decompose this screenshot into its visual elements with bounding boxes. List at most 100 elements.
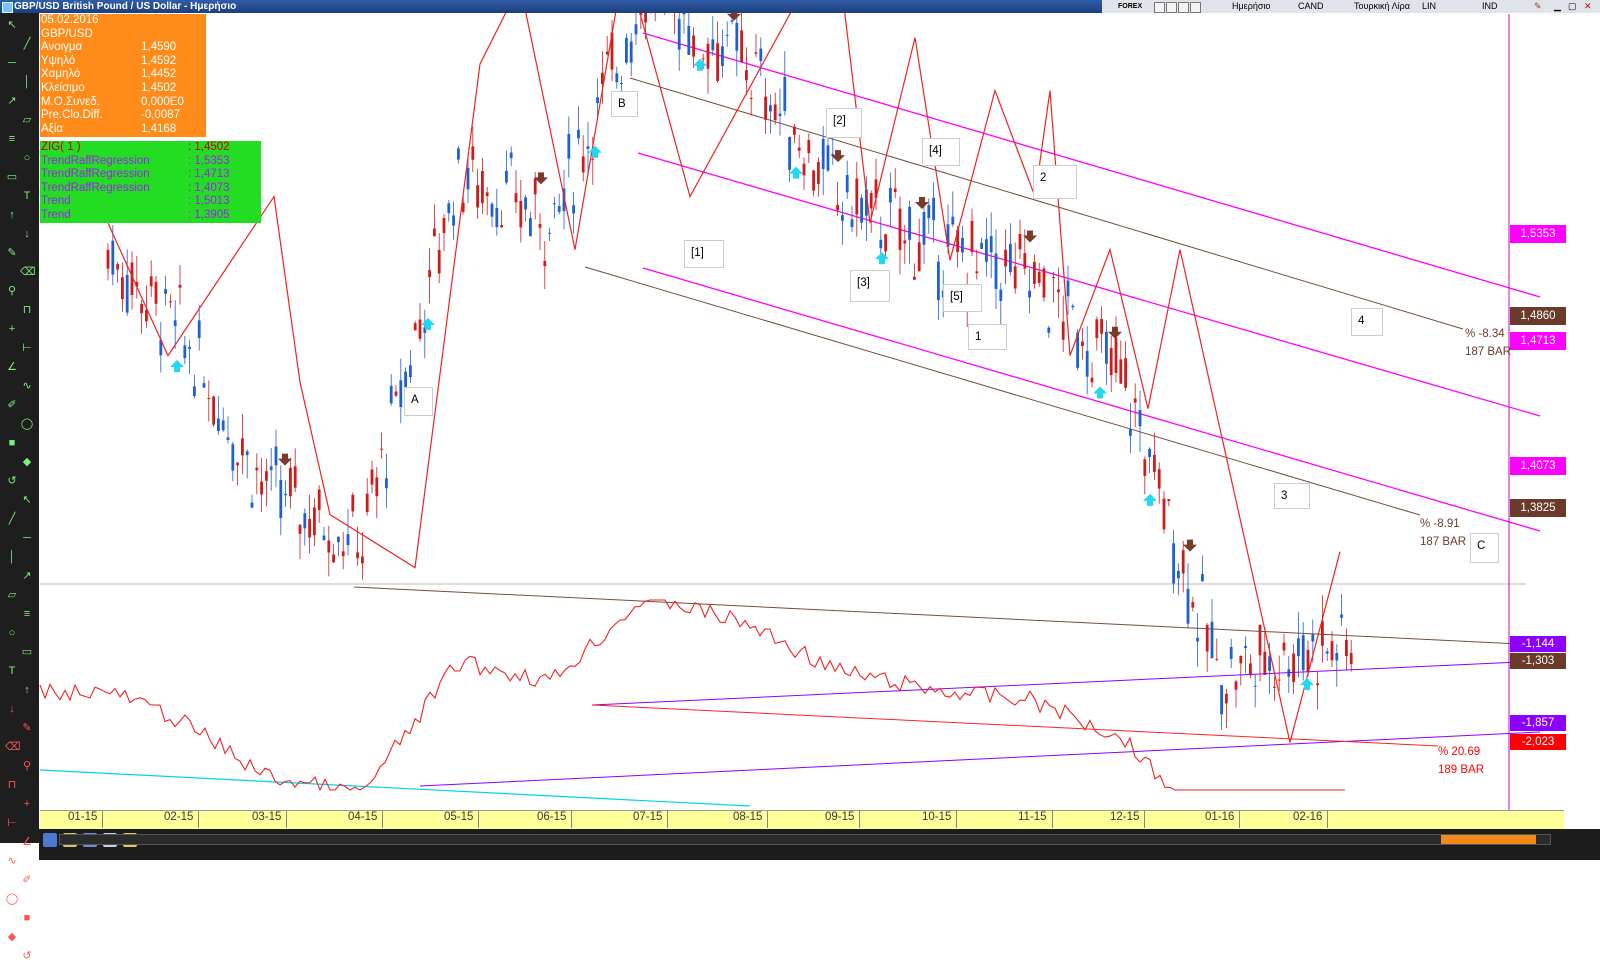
candle-body <box>231 444 235 471</box>
chart-style-selector[interactable]: CAND <box>1298 0 1324 13</box>
refresh-icon[interactable] <box>1190 2 1201 13</box>
circle-icon[interactable]: ○ <box>5 627 19 640</box>
ellipse-icon[interactable]: ◯ <box>20 418 34 431</box>
rect-icon[interactable]: ▭ <box>20 646 34 659</box>
cross-icon[interactable]: + <box>20 798 34 811</box>
text-icon[interactable]: T <box>20 190 34 203</box>
pin-icon[interactable]: ✎ <box>1534 0 1542 13</box>
arrow-up-icon[interactable]: ↑ <box>5 209 19 222</box>
wave-label[interactable]: [5] <box>943 284 982 312</box>
brush-icon[interactable]: ✐ <box>5 399 19 412</box>
line-icon[interactable]: ╱ <box>5 513 19 526</box>
arrow-up-icon[interactable]: ↑ <box>20 684 34 697</box>
measure-icon[interactable]: ⊢ <box>20 342 34 355</box>
candle-body <box>394 391 398 396</box>
wave-label[interactable]: [3] <box>850 270 890 302</box>
arrow-down-icon[interactable]: ↓ <box>20 228 34 241</box>
eraser-icon[interactable]: ⌫ <box>20 266 36 279</box>
gann-icon[interactable]: ∠ <box>5 361 19 374</box>
circle-icon[interactable]: ○ <box>20 152 34 165</box>
hline-icon[interactable]: ─ <box>5 57 19 70</box>
folder-icon[interactable] <box>43 833 57 847</box>
candle-body <box>591 158 595 160</box>
magnet-icon[interactable]: ⊓ <box>5 779 19 792</box>
percent-annotation[interactable]: % -8.91 187 BAR <box>1420 518 1466 548</box>
pointer-icon[interactable]: ↖ <box>5 19 19 32</box>
scale-selector[interactable]: LIN <box>1422 0 1436 13</box>
indicator-row[interactable]: TrendRaffRegression: 1,4713 <box>40 168 261 182</box>
text-icon[interactable]: T <box>5 665 19 678</box>
settings-icon[interactable] <box>1178 2 1189 13</box>
line-icon[interactable]: ╱ <box>20 38 34 51</box>
pointer-icon[interactable]: ↖ <box>20 494 34 507</box>
indicator-row[interactable]: Trend: 1,3905 <box>40 209 261 223</box>
wave-label[interactable]: [1] <box>684 240 724 268</box>
currency-selector[interactable]: Τουρκική Λίρα <box>1354 0 1410 13</box>
gann-icon[interactable]: ∠ <box>20 836 34 849</box>
wave-label[interactable]: [2] <box>826 108 862 138</box>
square-icon[interactable]: ■ <box>20 912 34 925</box>
measure-icon[interactable]: ⊢ <box>5 817 19 830</box>
indicator-row[interactable]: TrendRaffRegression: 1,5353 <box>40 155 261 169</box>
wave-label[interactable]: 1 <box>968 324 1007 350</box>
channel-icon[interactable]: ▱ <box>5 589 19 602</box>
percent-annotation[interactable]: % 20.69 189 BAR <box>1438 746 1484 776</box>
indicator-row[interactable]: Trend: 1,5013 <box>40 195 261 209</box>
horizontal-scrollbar[interactable] <box>59 834 1551 845</box>
oscillator-panel[interactable] <box>40 586 1509 809</box>
scroll-thumb[interactable] <box>1441 835 1536 844</box>
zoom-icon[interactable]: ⚲ <box>5 285 19 298</box>
wave-icon[interactable]: ∿ <box>20 380 34 393</box>
x-tick-label: 06-15 <box>537 811 567 823</box>
arrow-down-icon[interactable]: ↓ <box>5 703 19 716</box>
wave-label[interactable]: 3 <box>1274 483 1310 509</box>
candle-body <box>1340 614 1343 618</box>
ellipse-icon[interactable]: ◯ <box>5 893 19 906</box>
wave-label[interactable]: 2 <box>1033 165 1077 199</box>
vline-icon[interactable]: │ <box>5 551 19 564</box>
undo-icon[interactable]: ↺ <box>5 475 19 488</box>
candle-body <box>202 383 206 388</box>
paint-icon[interactable]: ◆ <box>5 931 19 944</box>
candle-body <box>145 309 148 322</box>
pencil-icon[interactable]: ✎ <box>20 722 34 735</box>
eraser-icon[interactable]: ⌫ <box>5 741 21 754</box>
candle-body <box>1301 635 1305 671</box>
pencil-icon[interactable]: ✎ <box>5 247 19 260</box>
wave-label[interactable]: A <box>404 387 433 416</box>
period-selector[interactable]: Ημερήσιο <box>1232 0 1270 13</box>
percent-annotation[interactable]: % -8.34 187 BAR <box>1465 328 1511 358</box>
fib-icon[interactable]: ≡ <box>20 608 34 621</box>
vline-icon[interactable]: │ <box>20 76 34 89</box>
indicator-selector[interactable]: IND <box>1482 0 1498 13</box>
indicator-row[interactable]: ZIG( 1 ): 1,4502 <box>40 141 261 155</box>
paint-icon[interactable]: ◆ <box>20 456 34 469</box>
minimize-icon[interactable]: ▁ <box>1554 0 1561 13</box>
rect-icon[interactable]: ▭ <box>5 171 19 184</box>
ray-icon[interactable]: ↗ <box>5 95 19 108</box>
cross-icon[interactable]: + <box>5 323 19 336</box>
chart-canvas[interactable] <box>0 0 1600 860</box>
wave-label[interactable]: B <box>611 91 638 117</box>
maximize-icon[interactable]: ▢ <box>1568 0 1577 13</box>
brush-icon[interactable]: ✐ <box>20 874 34 887</box>
indicator-row[interactable]: TrendRaffRegression: 1,4073 <box>40 182 261 196</box>
gear-icon[interactable] <box>1166 2 1177 13</box>
zoom-icon[interactable]: ⚲ <box>20 760 34 773</box>
undo-icon[interactable]: ↺ <box>20 950 34 963</box>
source-selector[interactable]: FOREX <box>1118 0 1142 13</box>
wave-label[interactable]: [4] <box>922 138 960 166</box>
close-icon[interactable]: ✕ <box>1584 0 1592 13</box>
hline-icon[interactable]: ─ <box>20 532 34 545</box>
fib-icon[interactable]: ≡ <box>5 133 19 146</box>
grid-icon[interactable] <box>1154 2 1165 13</box>
wave-label[interactable]: C <box>1470 533 1499 563</box>
candle-body <box>994 253 998 289</box>
square-icon[interactable]: ■ <box>5 437 19 450</box>
ray-icon[interactable]: ↗ <box>20 570 34 583</box>
channel-icon[interactable]: ▱ <box>20 114 34 127</box>
magnet-icon[interactable]: ⊓ <box>20 304 34 317</box>
candle-body <box>289 467 292 497</box>
wave-label[interactable]: 4 <box>1351 308 1383 336</box>
wave-icon[interactable]: ∿ <box>5 855 19 868</box>
